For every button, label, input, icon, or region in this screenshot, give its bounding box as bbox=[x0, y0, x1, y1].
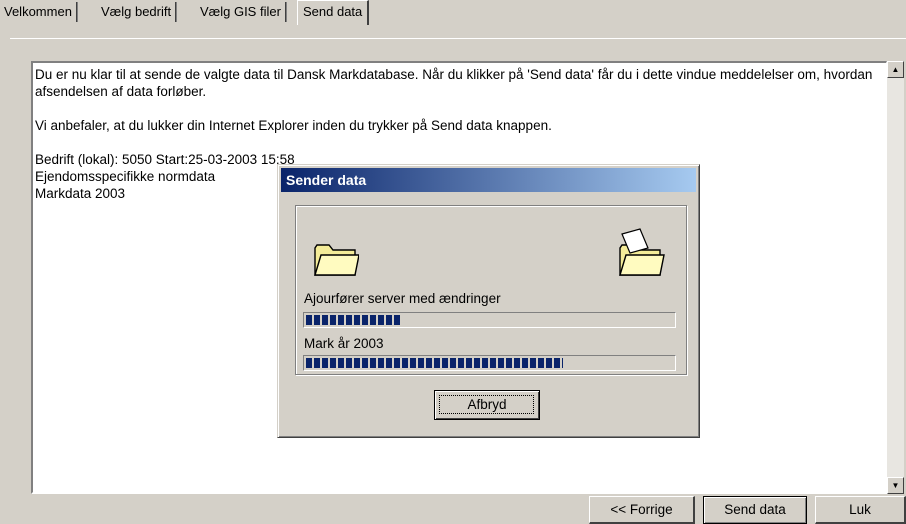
focus-rectangle bbox=[439, 395, 534, 414]
cancel-button[interactable]: Afbryd bbox=[434, 390, 540, 420]
step2-progress-bar bbox=[303, 355, 676, 371]
step1-progress-fill bbox=[306, 315, 402, 325]
step2-label: Mark år 2003 bbox=[304, 336, 384, 351]
tab-vaelg-gis-filer[interactable]: Vælg GIS filer bbox=[196, 2, 286, 22]
scroll-down-arrow-icon[interactable]: ▼ bbox=[887, 477, 904, 494]
vertical-scrollbar[interactable]: ▲ ▼ bbox=[887, 61, 904, 494]
tab-vaelg-bedrift[interactable]: Vælg bedrift bbox=[97, 2, 177, 22]
step2-progress-fill bbox=[306, 358, 563, 368]
step1-label: Ajourfører server med ændringer bbox=[304, 291, 501, 306]
tab-send-data[interactable]: Send data bbox=[297, 0, 370, 25]
folder-icon bbox=[314, 244, 359, 276]
tab-velkommen[interactable]: Velkommen bbox=[0, 2, 77, 22]
tab-strip: Velkommen Vælg bedrift Vælg GIS filer Se… bbox=[0, 0, 906, 25]
previous-button[interactable]: << Forrige bbox=[589, 496, 695, 524]
send-data-button[interactable]: Send data bbox=[703, 496, 807, 524]
tab-panel-edge bbox=[10, 38, 906, 39]
close-button[interactable]: Luk bbox=[815, 496, 906, 524]
scroll-up-arrow-icon[interactable]: ▲ bbox=[887, 61, 904, 78]
sending-dialog: Sender data Ajourfører server med ændrin… bbox=[277, 164, 700, 438]
dialog-title: Sender data bbox=[281, 168, 696, 192]
folder-document-icon bbox=[619, 228, 665, 276]
step1-progress-bar bbox=[303, 312, 676, 328]
intro-text: Du er nu klar til at sende de valgte dat… bbox=[35, 67, 873, 99]
advice-text: Vi anbefaler, at du lukker din Internet … bbox=[35, 118, 552, 133]
